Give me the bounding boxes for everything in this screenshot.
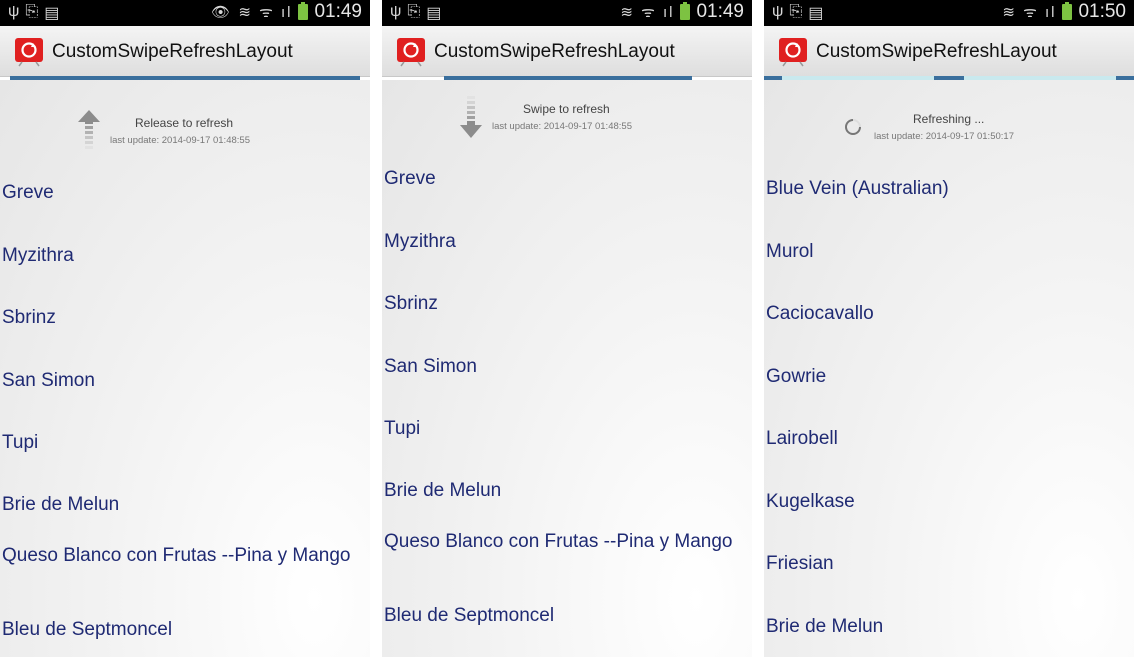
app-title: CustomSwipeRefreshLayout bbox=[816, 41, 1057, 62]
file-transfer-icon: ⎘ bbox=[789, 3, 803, 20]
notification-icons: ψ ⎘ ▤ bbox=[772, 3, 823, 23]
list-item[interactable]: Blue Vein (Australian) bbox=[766, 177, 1126, 201]
app-logo-icon bbox=[779, 38, 807, 67]
swipe-refresh-layout[interactable]: Release to refresh last update: 2014-09-… bbox=[0, 80, 370, 657]
list-item[interactable]: Tupi bbox=[384, 417, 744, 441]
screen-release-to-refresh: ψ ⎘ ▤ 👁 ≋ ᯤ ıl 01:49 CustomSwipeRefreshL… bbox=[0, 0, 370, 657]
list-item[interactable]: Friesian bbox=[766, 552, 1126, 576]
spinner-icon bbox=[845, 119, 861, 135]
list-item[interactable]: Tupi bbox=[2, 431, 362, 455]
notification-icons: ψ ⎘ ▤ bbox=[390, 3, 441, 23]
file-transfer-icon: ⎘ bbox=[25, 3, 39, 20]
signal-icons: 👁 ≋ ᯤ ıl bbox=[211, 4, 293, 21]
app-title: CustomSwipeRefreshLayout bbox=[52, 41, 293, 62]
list-item[interactable]: Myzithra bbox=[384, 230, 744, 254]
list-item[interactable]: Brie de Melun bbox=[2, 493, 362, 517]
status-bar: ψ ⎘ ▤ ≋ ᯤ ıl 01:49 bbox=[382, 0, 752, 26]
usb-icon: ψ bbox=[772, 3, 784, 20]
screen-refreshing: ψ ⎘ ▤ ≋ ᯤ ıl 01:50 CustomSwipeRefreshLay… bbox=[764, 0, 1134, 657]
arrow-up-icon bbox=[78, 110, 100, 149]
last-update-text: last update: 2014-09-17 01:50:17 bbox=[874, 131, 1014, 142]
list-item[interactable]: Gowrie bbox=[766, 365, 1126, 389]
signal-icons: ≋ ᯤ ıl bbox=[620, 4, 675, 21]
status-time: 01:50 bbox=[1078, 1, 1126, 22]
refresh-status-text: Swipe to refresh bbox=[523, 102, 610, 116]
screen-swipe-to-refresh: ψ ⎘ ▤ ≋ ᯤ ıl 01:49 CustomSwipeRefreshLay… bbox=[382, 0, 752, 657]
list-item[interactable]: San Simon bbox=[384, 355, 744, 379]
list-item[interactable]: Bleu de Septmoncel bbox=[384, 604, 744, 628]
list-item[interactable]: Caciocavallo bbox=[766, 302, 1126, 326]
list-item[interactable]: Myzithra bbox=[2, 244, 362, 268]
file-transfer-icon: ⎘ bbox=[407, 3, 421, 20]
arrow-down-icon bbox=[460, 96, 482, 138]
app-logo-icon bbox=[15, 38, 43, 67]
status-time: 01:49 bbox=[696, 1, 744, 22]
last-update-text: last update: 2014-09-17 01:48:55 bbox=[492, 121, 632, 132]
action-bar: CustomSwipeRefreshLayout bbox=[764, 26, 1134, 77]
battery-icon bbox=[680, 2, 691, 20]
list-item[interactable]: Sbrinz bbox=[384, 292, 744, 316]
last-update-text: last update: 2014-09-17 01:48:55 bbox=[110, 135, 250, 146]
list-item[interactable]: Brie de Melun bbox=[384, 479, 744, 503]
sim-card-icon: ▤ bbox=[44, 5, 60, 22]
battery-icon bbox=[298, 2, 309, 20]
list-item[interactable]: Brie de Melun bbox=[766, 615, 1126, 639]
usb-icon: ψ bbox=[8, 3, 20, 20]
action-bar: CustomSwipeRefreshLayout bbox=[382, 26, 752, 77]
swipe-refresh-layout[interactable]: Swipe to refresh last update: 2014-09-17… bbox=[382, 80, 752, 657]
refresh-status-text: Refreshing ... bbox=[913, 112, 985, 126]
status-bar: ψ ⎘ ▤ 👁 ≋ ᯤ ıl 01:49 bbox=[0, 0, 370, 26]
status-time: 01:49 bbox=[314, 1, 362, 22]
notification-icons: ψ ⎘ ▤ bbox=[8, 3, 59, 23]
app-title: CustomSwipeRefreshLayout bbox=[434, 41, 675, 62]
list-item[interactable]: San Simon bbox=[2, 369, 362, 393]
app-logo-icon bbox=[397, 38, 425, 67]
signal-icons: ≋ ᯤ ıl bbox=[1002, 4, 1057, 21]
battery-icon bbox=[1062, 2, 1073, 20]
action-bar: CustomSwipeRefreshLayout bbox=[0, 26, 370, 77]
usb-icon: ψ bbox=[390, 3, 402, 20]
swipe-refresh-layout[interactable]: Refreshing ... last update: 2014-09-17 0… bbox=[764, 80, 1134, 657]
refresh-status-text: Release to refresh bbox=[135, 116, 234, 130]
list-item[interactable]: Greve bbox=[384, 167, 744, 191]
list-item[interactable]: Lairobell bbox=[766, 427, 1126, 451]
sim-card-icon: ▤ bbox=[426, 5, 442, 22]
list-item[interactable]: Bleu de Septmoncel bbox=[2, 618, 362, 642]
list-item[interactable]: Sbrinz bbox=[2, 306, 362, 330]
list-item[interactable]: Murol bbox=[766, 240, 1126, 264]
list-item[interactable]: Greve bbox=[2, 181, 362, 205]
list-item[interactable]: Queso Blanco con Frutas --Pina y Mango bbox=[384, 530, 744, 554]
list-item[interactable]: Kugelkase bbox=[766, 490, 1126, 514]
status-bar: ψ ⎘ ▤ ≋ ᯤ ıl 01:50 bbox=[764, 0, 1134, 26]
list-item[interactable]: Queso Blanco con Frutas --Pina y Mango bbox=[2, 544, 362, 568]
sim-card-icon: ▤ bbox=[808, 5, 824, 22]
